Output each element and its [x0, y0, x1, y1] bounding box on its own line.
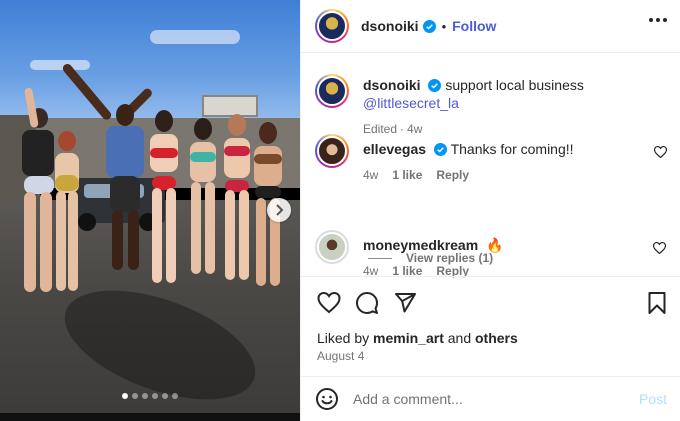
photo-cloud — [150, 30, 240, 44]
comment-row: moneymedkream 🔥 4w 1 like Reply — [315, 230, 666, 280]
add-comment-bar: Post — [301, 376, 680, 421]
post-date[interactable]: August 4 — [317, 349, 364, 363]
comment-username[interactable]: ellevegas — [363, 141, 426, 157]
dot-separator: • — [441, 18, 447, 34]
likes-user[interactable]: memin_art — [373, 330, 444, 346]
comment-username[interactable]: moneymedkream — [363, 237, 478, 253]
comment-body: ellevegas Thanks for coming!! 4w 1 like … — [363, 134, 574, 184]
comment-avatar[interactable] — [315, 230, 349, 264]
post-header: dsonoiki • Follow — [301, 0, 680, 53]
heart-icon[interactable] — [653, 242, 666, 254]
smiley-icon[interactable] — [315, 387, 339, 411]
paper-plane-icon[interactable] — [393, 291, 417, 315]
photo-person — [220, 110, 254, 285]
author-avatar[interactable] — [315, 9, 349, 43]
comment-text: Thanks for coming!! — [450, 141, 574, 157]
follow-button[interactable]: Follow — [452, 18, 496, 34]
likes-others[interactable]: others — [475, 330, 518, 346]
carousel-dot — [132, 393, 138, 399]
reply-button[interactable]: Reply — [436, 166, 469, 184]
post-detail-panel: dsonoiki • Follow dsonoiki support local… — [300, 0, 680, 421]
carousel-dot — [122, 393, 128, 399]
caption-text: support local business — [445, 77, 584, 93]
carousel-dots — [0, 393, 300, 399]
comment-likes[interactable]: 1 like — [392, 166, 422, 184]
verified-badge-icon — [428, 79, 442, 92]
photo-person — [146, 110, 182, 290]
author-username[interactable]: dsonoiki — [361, 18, 419, 34]
caption-mention[interactable]: @littlesecret_la — [363, 95, 459, 111]
photo-bottom-bar — [0, 413, 300, 421]
caption-body: dsonoiki support local business @littles… — [363, 77, 584, 136]
heart-icon[interactable] — [654, 146, 667, 158]
comment-avatar[interactable] — [315, 134, 349, 168]
comment-row: ellevegas Thanks for coming!! 4w 1 like … — [315, 134, 667, 184]
caption-avatar[interactable] — [315, 74, 349, 108]
carousel-dot — [152, 393, 158, 399]
caption-row: dsonoiki support local business @littles… — [315, 74, 667, 138]
caption-username[interactable]: dsonoiki — [363, 77, 421, 93]
carousel-dot — [142, 393, 148, 399]
post-photo[interactable] — [0, 0, 300, 421]
photo-person — [52, 125, 82, 295]
photo-person — [186, 118, 220, 283]
verified-badge-icon — [433, 143, 447, 156]
comment-bubble-icon[interactable] — [355, 291, 379, 315]
chevron-right-icon — [276, 204, 284, 216]
photo-person — [61, 62, 154, 280]
post-actions: Liked by memin_art and others August 4 — [301, 276, 680, 366]
next-slide-button[interactable] — [267, 198, 291, 222]
carousel-dot — [172, 393, 178, 399]
post-comment-button[interactable]: Post — [639, 391, 667, 407]
comment-input[interactable] — [353, 391, 639, 407]
likes-joiner: and — [447, 330, 472, 346]
bookmark-icon[interactable] — [645, 291, 669, 315]
heart-icon[interactable] — [317, 291, 341, 315]
carousel-dot — [162, 393, 168, 399]
likes-prefix: Liked by — [317, 330, 370, 346]
comment-body: moneymedkream 🔥 4w 1 like Reply — [363, 230, 504, 280]
more-horizontal-icon[interactable] — [649, 18, 667, 22]
verified-badge-icon — [422, 19, 436, 33]
likes-summary: Liked by memin_art and others — [317, 330, 518, 346]
photo-cloud — [30, 60, 90, 70]
comment-age: 4w — [363, 168, 379, 182]
comment-text: 🔥 — [486, 237, 504, 253]
